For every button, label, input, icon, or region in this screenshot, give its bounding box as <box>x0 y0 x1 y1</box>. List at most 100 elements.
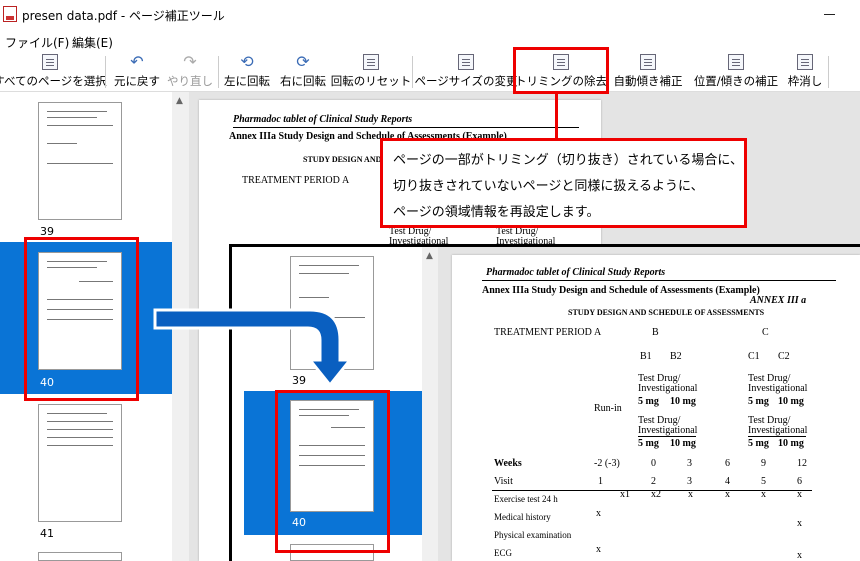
inset-doc-x1: x1 <box>620 489 630 500</box>
frame-icon <box>797 54 813 70</box>
inset-doc-treatment-period: TREATMENT PERIOD <box>494 327 592 338</box>
inset-scroll-up-icon: ▲ <box>426 251 433 261</box>
inset-doc-dose10-b: 10 mg <box>670 396 696 407</box>
inset-document-page: Pharmadoc tablet of Clinical Study Repor… <box>452 255 860 561</box>
inset-doc-physical-exam: Physical examination <box>494 530 572 540</box>
inset-doc-investigational-b: Investigational <box>638 383 698 394</box>
inset-doc-weeks: Weeks <box>494 458 522 469</box>
inset-doc-dose5-c2: 5 mg <box>748 438 769 449</box>
inset-doc-run-in: Run-in <box>594 403 622 414</box>
inset-doc-dose5-b: 5 mg <box>638 396 659 407</box>
menu-file[interactable]: ファイル(F) <box>5 34 69 51</box>
rotate-right-button[interactable]: ⟳ 右に回転 <box>278 52 328 92</box>
toolbar-separator <box>105 56 106 88</box>
position-deskew-label: 位置/傾きの補正 <box>693 74 779 88</box>
inset-doc-exercise-test: Exercise test 24 h <box>494 494 558 504</box>
callout-line-3: ページの領域情報を再設定します。 <box>393 205 600 220</box>
inset-doc-x-3: x <box>688 489 693 500</box>
doc-treatment-period: TREATMENT PERIOD <box>242 175 340 186</box>
app-pdf-icon <box>3 6 17 22</box>
rotate-left-icon: ⟲ <box>240 52 254 71</box>
inset-doc-annex-title: Annex IIIa Study Design and Schedule of … <box>482 285 760 296</box>
select-all-label: すべてのページを選択 <box>0 74 107 88</box>
reset-rotation-button[interactable]: 回転のリセット <box>331 52 411 92</box>
select-all-button[interactable]: すべてのページを選択 <box>0 52 107 92</box>
rotate-right-label: 右に回転 <box>280 74 326 88</box>
inset-scrollbar: ▲ <box>422 247 438 561</box>
inset-doc-b1: B1 <box>640 351 652 362</box>
reset-rotation-icon <box>363 54 379 70</box>
inset-doc-x-4: x <box>725 489 730 500</box>
inset-doc-visit-6: 6 <box>797 476 802 487</box>
undo-button[interactable]: ↶ 元に戻す <box>112 52 162 92</box>
inset-doc-week-2: 0 <box>651 458 656 469</box>
inset-doc-week-6: 12 <box>797 458 807 469</box>
auto-deskew-label: 自動傾き補正 <box>613 74 683 88</box>
inset-doc-x-mh: x <box>596 508 601 519</box>
thumbnail-label-41: 41 <box>40 527 54 540</box>
inset-doc-x2: x2 <box>651 489 661 500</box>
doc-col-a: A <box>342 175 350 186</box>
inset-doc-col-c: C <box>762 327 769 338</box>
undo-label: 元に戻す <box>114 74 160 88</box>
inset-doc-ecg: ECG <box>494 548 512 558</box>
toolbar-separator <box>412 56 413 88</box>
inset-doc-col-a: A <box>594 327 602 338</box>
inset-doc-dose5-c: 5 mg <box>748 396 769 407</box>
page-size-icon <box>458 54 474 70</box>
inset-doc-investigational-c2: Investigational <box>748 425 808 436</box>
inset-doc-x-ecg-6: x <box>797 550 802 561</box>
inset-doc-visit: Visit <box>494 476 513 487</box>
change-page-size-button[interactable]: ページサイズの変更 <box>415 52 517 92</box>
doc-header: Pharmadoc tablet of Clinical Study Repor… <box>233 114 413 125</box>
inset-doc-visit-5: 5 <box>761 476 766 487</box>
inset-doc-visit-1: 1 <box>598 476 603 487</box>
inset-doc-week-1: -2 (-3) <box>594 458 620 469</box>
remove-frame-button[interactable]: 枠消し <box>784 52 826 92</box>
auto-deskew-button[interactable]: 自動傾き補正 <box>612 52 684 92</box>
inset-doc-x-ecg: x <box>596 544 601 555</box>
change-page-size-label: ページサイズの変更 <box>414 74 518 88</box>
redo-label: やり直し <box>167 74 213 88</box>
toolbar-separator <box>828 56 829 88</box>
redo-button[interactable]: ↷ やり直し <box>165 52 215 92</box>
highlight-inset-thumbnail-40 <box>275 390 390 553</box>
callout-box: ページの一部がトリミング（切り抜き）されている場合に、 切り抜きされていないペー… <box>380 138 747 228</box>
inset-doc-visit-3: 3 <box>687 476 692 487</box>
highlight-thumbnail-40 <box>24 237 139 401</box>
inset-doc-header: Pharmadoc tablet of Clinical Study Repor… <box>486 267 666 278</box>
inset-doc-week-3: 3 <box>687 458 692 469</box>
pages-icon <box>42 54 58 70</box>
callout-line-2: 切り抜きされていないページと同様に扱えるように、 <box>393 179 704 194</box>
inset-doc-dose10-c: 10 mg <box>778 396 804 407</box>
scroll-up-icon[interactable]: ▲ <box>176 96 183 106</box>
window-title: presen data.pdf - ページ補正ツール <box>22 9 225 23</box>
inset-doc-c2: C2 <box>778 351 790 362</box>
reset-rotation-label: 回転のリセット <box>330 74 412 88</box>
inset-doc-c1: C1 <box>748 351 760 362</box>
minimize-icon[interactable] <box>822 6 838 22</box>
redo-icon: ↷ <box>183 52 197 71</box>
callout-leader-line <box>555 94 558 138</box>
inset-doc-x-5: x <box>761 489 766 500</box>
thumbnail-page-39[interactable] <box>38 102 122 220</box>
inset-doc-investigational-c: Investigational <box>748 383 808 394</box>
inset-doc-x-mh-6: x <box>797 518 802 529</box>
remove-frame-label: 枠消し <box>787 74 823 88</box>
rotate-left-button[interactable]: ⟲ 左に回転 <box>222 52 272 92</box>
rotate-left-label: 左に回転 <box>224 74 270 88</box>
inset-doc-dose10-c2: 10 mg <box>778 438 804 449</box>
inset-doc-week-4: 6 <box>725 458 730 469</box>
position-deskew-icon <box>728 54 744 70</box>
toolbar: すべてのページを選択 ↶ 元に戻す ↷ やり直し ⟲ 左に回転 ⟳ 右に回転 回… <box>0 52 860 92</box>
inset-doc-visit-4: 4 <box>725 476 730 487</box>
position-deskew-button[interactable]: 位置/傾きの補正 <box>692 52 780 92</box>
thumbnail-page-41[interactable] <box>38 404 122 522</box>
menu-edit[interactable]: 編集(E) <box>72 34 113 51</box>
inset-doc-annex-tag: ANNEX III a <box>750 295 807 306</box>
thumbnail-page-42[interactable] <box>38 552 122 561</box>
callout-line-1: ページの一部がトリミング（切り抜き）されている場合に、 <box>393 153 743 168</box>
highlight-remove-trimming <box>513 47 609 94</box>
inset-doc-dose10-b2: 10 mg <box>670 438 696 449</box>
flow-arrow-icon <box>153 308 354 388</box>
